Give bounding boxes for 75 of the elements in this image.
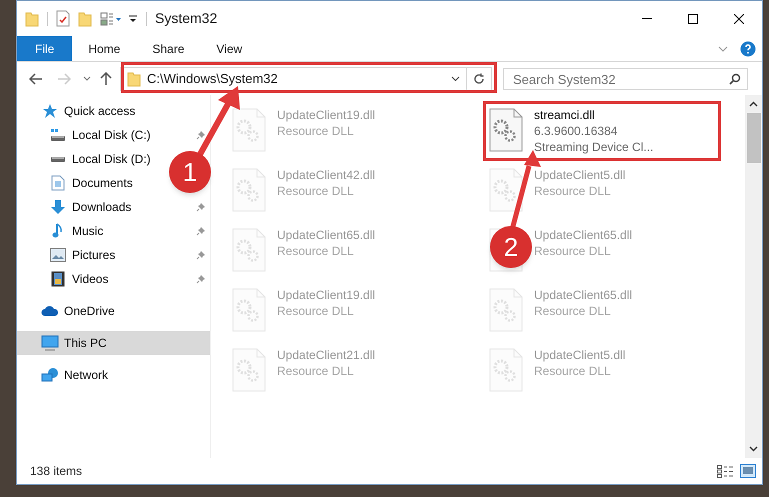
- forward-icon[interactable]: [57, 72, 71, 84]
- search-field[interactable]: Search System32: [503, 68, 748, 90]
- expand-ribbon-icon[interactable]: [718, 46, 728, 52]
- item-count: 138 items: [30, 463, 82, 480]
- large-icons-view-icon[interactable]: [740, 464, 756, 478]
- star-icon: [41, 103, 59, 119]
- sidebar-item[interactable]: This PC: [17, 331, 210, 355]
- help-icon[interactable]: [740, 40, 756, 56]
- file-detail: 6.3.9600.16384: [534, 123, 618, 139]
- network-icon: [41, 367, 59, 383]
- file-name: UpdateClient42.dll: [277, 167, 376, 183]
- file-detail: Resource DLL: [277, 363, 355, 379]
- drive-icon: [49, 156, 67, 162]
- dropdown-icon[interactable]: [451, 76, 460, 82]
- search-icon: [729, 72, 741, 84]
- dll-file-icon[interactable]: [488, 107, 524, 153]
- file-name: UpdateClient19.dll: [277, 107, 376, 123]
- sidebar-item[interactable]: OneDrive: [17, 299, 117, 323]
- folder-icon[interactable]: [25, 10, 39, 26]
- file-name: UpdateClient21.dll: [277, 347, 376, 363]
- folder-icon: [127, 70, 141, 86]
- sidebar-item[interactable]: Documents: [17, 171, 135, 195]
- file-detail: Resource DLL: [277, 243, 355, 259]
- file-name: UpdateClient5.dll: [534, 167, 626, 183]
- drive-icon: [49, 128, 67, 142]
- details-view-icon[interactable]: [717, 464, 734, 478]
- scroll-up-icon[interactable]: [749, 101, 758, 107]
- cloud-icon: [41, 305, 59, 317]
- scroll-down-icon[interactable]: [749, 446, 758, 452]
- file-name: UpdateClient65.dll: [534, 287, 632, 303]
- sidebar-item[interactable]: Music: [17, 219, 210, 243]
- view-dropdown-icon[interactable]: [100, 10, 122, 26]
- back-icon[interactable]: [29, 72, 43, 84]
- file-detail: Resource DLL: [534, 363, 612, 379]
- file-detail: Streaming Device Cl...: [534, 139, 654, 155]
- file-detail: Resource DLL: [534, 303, 612, 319]
- file-detail: Resource DLL: [277, 303, 355, 319]
- recent-locations-icon[interactable]: [83, 76, 91, 82]
- film-icon: [49, 271, 67, 287]
- sidebar-item[interactable]: Local Disk (C:): [17, 123, 210, 147]
- sidebar-item[interactable]: Downloads: [17, 195, 210, 219]
- minimize-icon: [642, 18, 652, 20]
- file-detail: Resource DLL: [277, 183, 355, 199]
- download-arrow-icon: [49, 199, 67, 215]
- sidebar-item[interactable]: Local Disk (D:): [17, 147, 153, 171]
- monitor-icon: [41, 335, 59, 351]
- refresh-icon[interactable]: [473, 72, 485, 84]
- file-name: UpdateClient19.dll: [277, 287, 376, 303]
- file-name: streamci.dll: [534, 107, 596, 123]
- ribbon-tab[interactable]: View: [200, 36, 258, 61]
- window-title: System32: [155, 9, 218, 28]
- properties-icon[interactable]: [56, 10, 70, 27]
- sidebar-item[interactable]: Quick access: [17, 99, 138, 123]
- file-detail: Resource DLL: [534, 243, 612, 259]
- address-text: C:\Windows\System32: [147, 70, 278, 88]
- picture-icon: [49, 248, 67, 262]
- scroll-thumb[interactable]: [746, 113, 760, 163]
- ribbon-tab[interactable]: File: [17, 36, 72, 61]
- customize-toolbar-icon[interactable]: [128, 14, 138, 24]
- scrollbar[interactable]: [745, 95, 762, 458]
- up-icon[interactable]: [100, 72, 112, 86]
- file-detail: Resource DLL: [277, 123, 355, 139]
- ribbon-tab[interactable]: Home: [72, 36, 136, 61]
- file-name: UpdateClient65.dll: [534, 227, 632, 243]
- file-name: UpdateClient5.dll: [534, 347, 626, 363]
- new-folder-icon[interactable]: [78, 10, 92, 26]
- maximize-icon: [688, 14, 698, 24]
- file-detail: Resource DLL: [534, 183, 612, 199]
- sidebar-item[interactable]: Network: [17, 363, 110, 387]
- ribbon-tab[interactable]: Share: [136, 36, 200, 61]
- close-icon: [734, 14, 744, 24]
- file-name: UpdateClient65.dll: [277, 227, 376, 243]
- sidebar-item[interactable]: Pictures: [17, 243, 210, 267]
- sidebar-item[interactable]: Videos: [17, 267, 210, 291]
- document-icon: [49, 175, 67, 191]
